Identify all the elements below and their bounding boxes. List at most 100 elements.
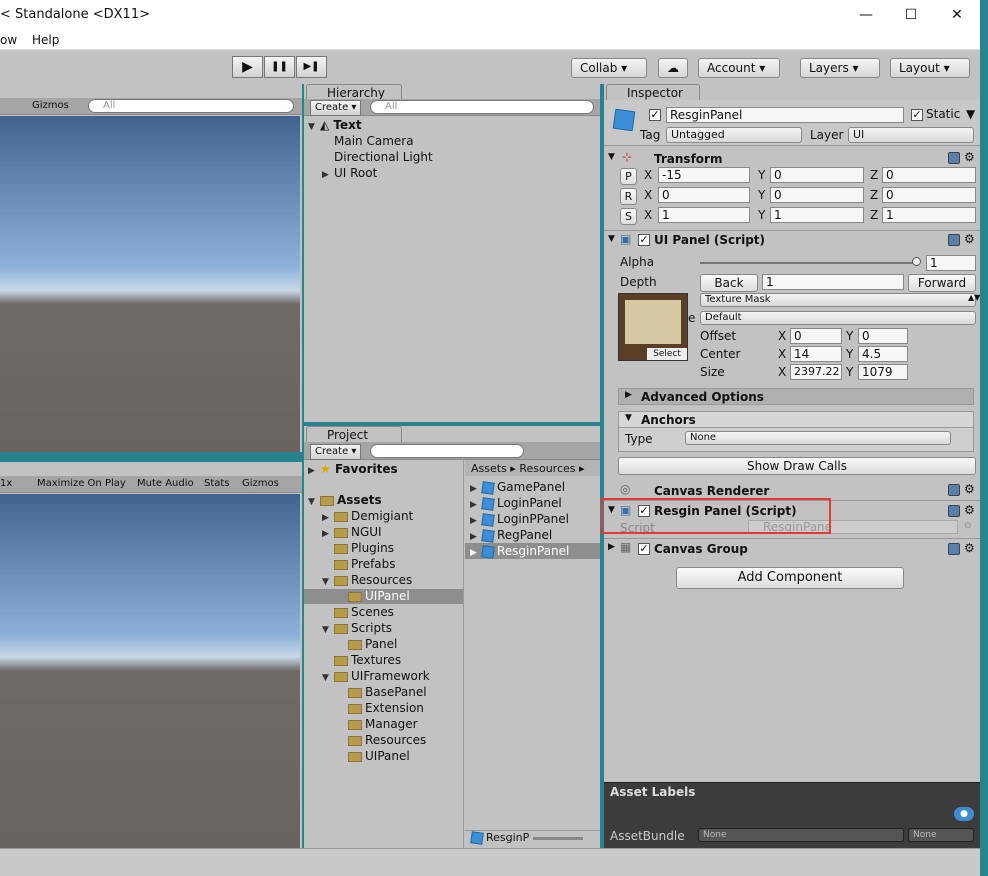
position-z[interactable]: 0 [882,167,976,183]
gear-icon[interactable]: ⚙ [964,232,975,246]
play-button[interactable]: ▶ [232,56,263,78]
folder-item[interactable]: Manager [348,717,418,731]
menu-help[interactable]: Help [32,33,59,47]
folder-item[interactable]: Extension [348,701,424,715]
anchors-foldout[interactable]: ▼ Anchors [618,411,974,428]
texture-mask-thumbnail[interactable]: Select [618,293,688,361]
project-create-button[interactable]: Create ▾ [310,444,362,460]
active-checkbox[interactable]: ✓ [649,109,661,121]
scale-x[interactable]: 1 [658,207,750,223]
offset-x[interactable]: 0 [790,328,842,344]
center-y[interactable]: 4.5 [858,346,908,362]
folder-item[interactable]: Panel [348,637,397,651]
object-picker-icon[interactable]: ⊙ [964,521,972,531]
help-icon[interactable] [948,484,960,496]
maximize-on-play[interactable]: Maximize On Play [37,478,126,489]
layer-dropdown[interactable]: UI [848,127,974,143]
scene-search[interactable]: All [88,99,294,113]
forward-button[interactable]: Forward [908,274,976,292]
tab-project[interactable]: Project [306,426,402,442]
mute-audio[interactable]: Mute Audio [137,478,194,489]
asset-bundle-dropdown[interactable]: None [698,828,904,842]
gear-icon[interactable]: ⚙ [964,482,975,496]
breadcrumb-assets[interactable]: Assets [471,462,507,475]
size-x[interactable]: 2397.22 [790,364,842,380]
folder-item[interactable]: ▼ Scripts [322,621,392,635]
collapse-arrow-icon[interactable]: ▶ [608,542,615,552]
folder-item[interactable]: Textures [334,653,401,667]
show-draw-calls-button[interactable]: Show Draw Calls [618,457,976,475]
hierarchy-item[interactable]: ▶ UI Root [322,166,377,180]
depth-field[interactable]: 1 [762,274,904,290]
tab-inspector[interactable]: Inspector [606,84,700,100]
scene-root[interactable]: ▼ ◭ Text [308,118,362,132]
zoom-slider[interactable] [533,837,583,840]
gear-icon[interactable]: ⚙ [964,541,975,555]
rotation-y[interactable]: 0 [770,187,864,203]
rotation-reset-button[interactable]: R [620,188,637,205]
step-button[interactable]: ▶❚ [296,56,327,78]
hierarchy-item[interactable]: Directional Light [334,150,433,164]
offset-y[interactable]: 0 [858,328,908,344]
position-reset-button[interactable]: P [620,168,637,185]
cloud-button[interactable]: ☁ [658,58,688,78]
pause-button[interactable]: ❚❚ [264,56,295,78]
folder-item[interactable]: ▼ Resources [322,573,412,587]
file-item[interactable]: ▶ GamePanel [470,480,565,495]
breadcrumb-resources[interactable]: Resources [519,462,575,475]
hierarchy-search[interactable]: All [370,100,594,114]
expand-arrow-icon[interactable]: ▼ [608,152,615,162]
folder-item[interactable]: Scenes [334,605,394,619]
scale-y[interactable]: 1 [770,207,864,223]
folder-item[interactable]: ▼ UIFramework [322,669,430,683]
tab-hierarchy[interactable]: Hierarchy [306,84,402,100]
scene-gizmos[interactable]: Gizmos [32,100,69,111]
folder-item[interactable]: BasePanel [348,685,427,699]
favorites[interactable]: ▶ ★ Favorites [308,462,398,476]
file-item[interactable]: ▶ LoginPPanel [470,512,569,527]
help-icon[interactable] [948,505,960,517]
stats[interactable]: Stats [204,478,230,489]
canvas-group-checkbox[interactable]: ✓ [638,543,650,555]
rotation-z[interactable]: 0 [882,187,976,203]
account-button[interactable]: Account ▾ [698,58,780,78]
alpha-slider-handle[interactable] [912,257,921,266]
static-checkbox[interactable]: ✓ [911,109,923,121]
select-texture-button[interactable]: Select [647,348,687,360]
folder-item[interactable]: Resources [348,733,426,747]
advanced-options-foldout[interactable]: ▶ Advanced Options [618,388,974,405]
file-item[interactable]: ▶ LoginPanel [470,496,562,511]
gear-icon[interactable]: ⚙ [964,150,975,164]
assets-root[interactable]: ▼ Assets [308,493,382,507]
hierarchy-item[interactable]: Main Camera [334,134,414,148]
folder-item[interactable]: ▶ NGUI [322,525,382,539]
folder-item[interactable]: Plugins [334,541,394,555]
clipping-dropdown[interactable]: Texture Mask [700,293,976,307]
file-item[interactable]: ▶ RegPanel [470,528,552,543]
game-canvas[interactable] [0,494,300,848]
tag-icon[interactable]: ● [954,807,974,821]
layers-button[interactable]: Layers ▾ [800,58,880,78]
hierarchy-create-button[interactable]: Create ▾ [310,100,362,116]
folder-item[interactable]: UIPanel [348,749,410,763]
scene-canvas[interactable] [0,116,300,452]
collab-button[interactable]: Collab ▾ [571,58,647,78]
game-scale[interactable]: 1x [0,478,12,489]
static-dropdown-icon[interactable]: ▼ [966,107,975,121]
center-x[interactable]: 14 [790,346,842,362]
uipanel-enabled-checkbox[interactable]: ✓ [638,234,650,246]
anchor-type-dropdown[interactable]: None [685,431,951,445]
help-icon[interactable] [948,234,960,246]
folder-item[interactable]: ▶ Demigiant [322,509,413,523]
folder-item[interactable]: Prefabs [334,557,396,571]
tag-dropdown[interactable]: Untagged [666,127,802,143]
menu-window[interactable]: ow [0,33,17,47]
scale-reset-button[interactable]: S [620,208,637,225]
maximize-button[interactable]: ☐ [888,4,934,26]
project-search[interactable] [370,444,524,458]
object-name-field[interactable]: ResginPanel [666,107,904,123]
rotation-x[interactable]: 0 [658,187,750,203]
alpha-slider-track[interactable] [700,262,916,264]
minimize-button[interactable]: — [843,4,889,26]
help-icon[interactable] [948,543,960,555]
